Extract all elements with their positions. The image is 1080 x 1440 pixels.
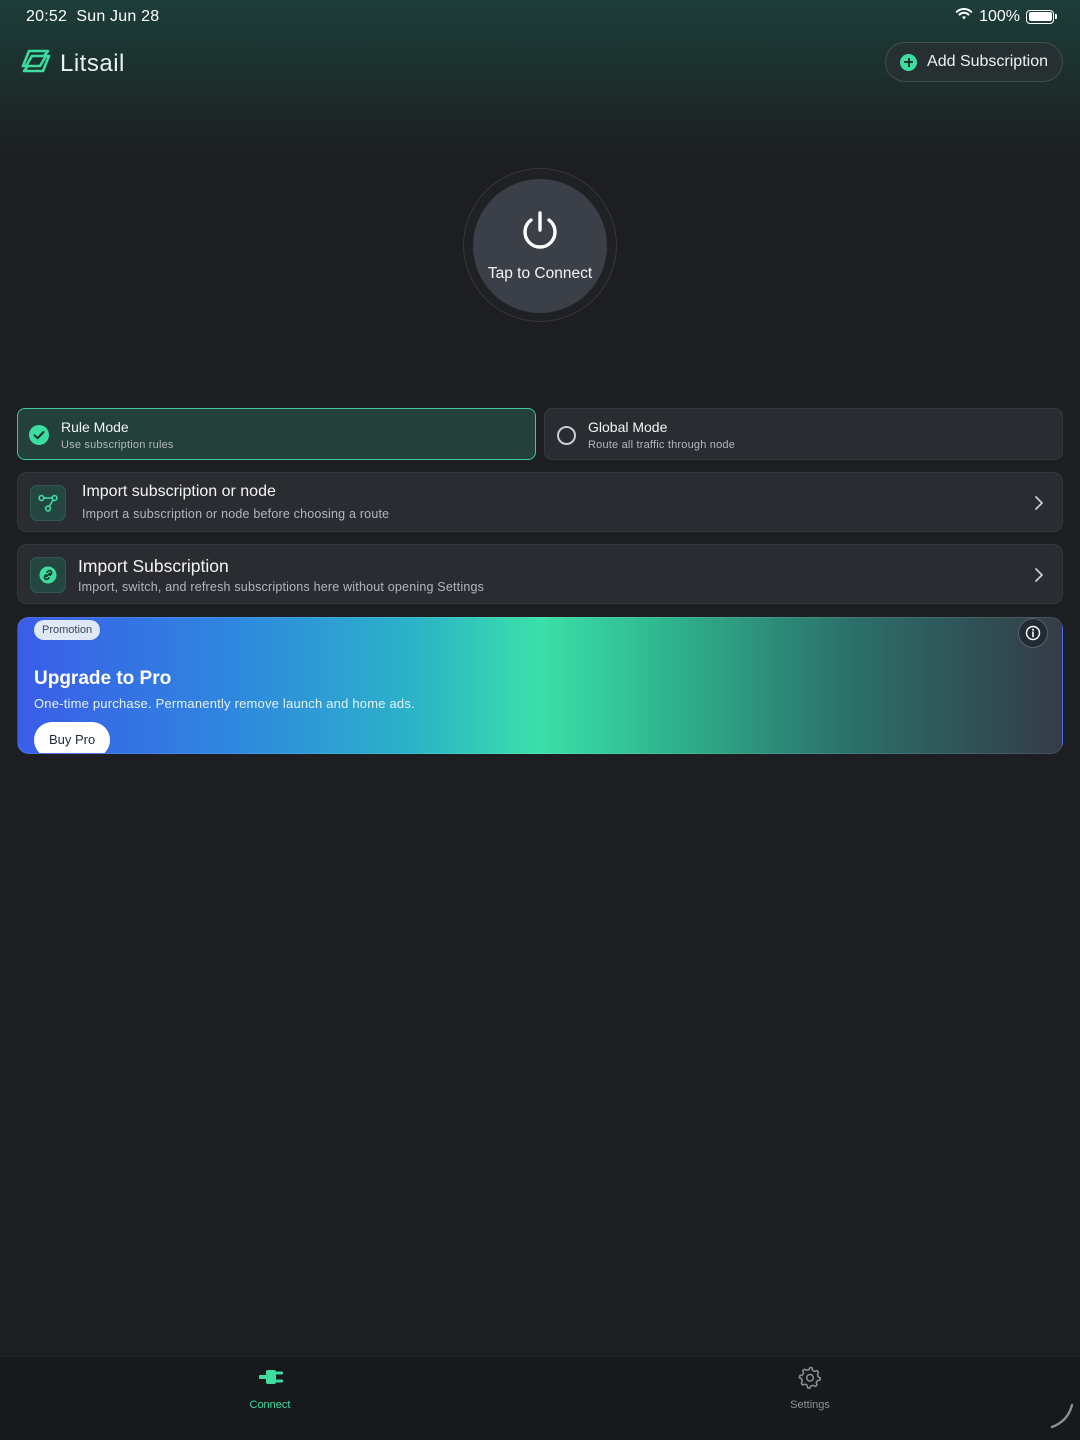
tab-settings[interactable]: Settings <box>750 1365 870 1415</box>
litsail-logo-icon <box>20 48 52 79</box>
brand: Litsail <box>20 48 125 79</box>
promo-title: Upgrade to Pro <box>34 668 172 689</box>
global-mode-subtitle: Route all traffic through node <box>588 439 736 451</box>
rule-mode-title: Rule Mode <box>61 419 129 435</box>
tab-bar: Connect Settings <box>0 1356 1080 1440</box>
promotion-banner[interactable]: Promotion Upgrade to Pro One-time purcha… <box>17 617 1063 754</box>
import-subscription-subtitle: Import, switch, and refresh subscription… <box>78 580 485 594</box>
radio-unchecked-icon <box>557 426 576 445</box>
info-icon[interactable] <box>1018 618 1048 648</box>
add-subscription-button[interactable]: Add Subscription <box>885 42 1063 82</box>
status-bar: 20:52 Sun Jun 28 100% <box>0 0 1080 34</box>
status-indicators: 100% <box>955 7 1057 26</box>
tab-settings-label: Settings <box>790 1399 830 1411</box>
promotion-badge: Promotion <box>34 620 101 640</box>
rule-mode-subtitle: Use subscription rules <box>61 439 174 451</box>
chevron-right-icon <box>1034 567 1044 588</box>
rule-mode-option[interactable]: Rule Mode Use subscription rules <box>17 408 536 460</box>
status-date: Sun Jun 28 <box>76 8 160 25</box>
resize-handle-icon <box>1046 1401 1076 1436</box>
plug-icon <box>258 1365 284 1394</box>
global-mode-option[interactable]: Global Mode Route all traffic through no… <box>544 408 1063 460</box>
wifi-icon <box>955 7 973 26</box>
battery-percent: 100% <box>979 7 1020 25</box>
import-subscription-title: Import Subscription <box>78 556 229 576</box>
tab-connect[interactable]: Connect <box>210 1365 330 1415</box>
global-mode-title: Global Mode <box>588 419 668 435</box>
brand-name: Litsail <box>60 49 125 77</box>
battery-icon <box>1026 9 1057 24</box>
gear-icon <box>798 1365 822 1394</box>
import-subscription-or-node-card[interactable]: Import subscription or node Import a sub… <box>17 472 1063 532</box>
tab-connect-label: Connect <box>249 1399 291 1411</box>
link-icon <box>30 557 66 593</box>
power-label: Tap to Connect <box>487 265 593 282</box>
status-time: 20:52 Sun Jun 28 <box>26 8 159 26</box>
buy-pro-button[interactable]: Buy Pro <box>34 722 111 753</box>
plus-icon <box>900 53 918 71</box>
nodes-icon <box>30 485 66 521</box>
import-subscription-card[interactable]: Import Subscription Import, switch, and … <box>17 544 1063 604</box>
import-node-subtitle: Import a subscription or node before cho… <box>82 507 390 521</box>
promo-subtitle: One-time purchase. Permanently remove la… <box>34 696 415 711</box>
status-clock: 20:52 <box>26 8 68 25</box>
app-screen: 20:52 Sun Jun 28 100% Litsail Add Subscr… <box>0 0 1080 1440</box>
add-subscription-label: Add Subscription <box>927 53 1048 70</box>
power-icon <box>520 210 560 257</box>
connect-power-button[interactable]: Tap to Connect <box>473 179 607 313</box>
chevron-right-icon <box>1034 495 1044 516</box>
import-node-title: Import subscription or node <box>82 483 276 500</box>
check-circle-icon <box>29 425 49 445</box>
